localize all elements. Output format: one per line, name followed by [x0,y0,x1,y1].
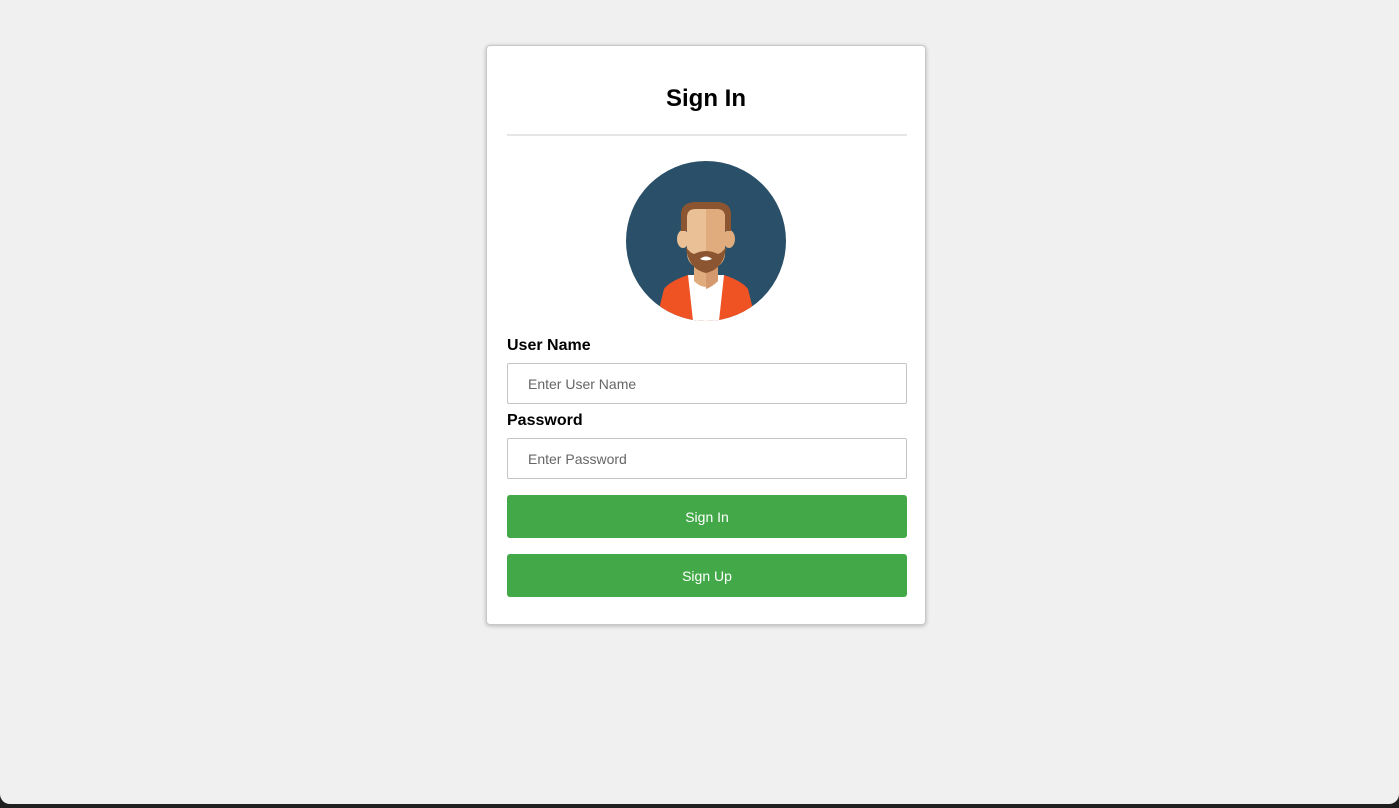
username-input[interactable] [507,363,907,404]
signup-button[interactable]: Sign Up [507,554,907,597]
signin-button[interactable]: Sign In [507,495,907,538]
page-title: Sign In [666,85,746,112]
page-background: Sign In User Name Enter User Name Passwo… [0,0,1399,804]
password-label: Password [507,412,583,429]
password-input[interactable] [507,438,907,479]
signin-card: Sign In User Name Enter User Name Passwo… [486,45,926,625]
title-divider [507,134,907,136]
username-label: User Name [507,337,591,354]
user-avatar-icon [626,161,786,321]
